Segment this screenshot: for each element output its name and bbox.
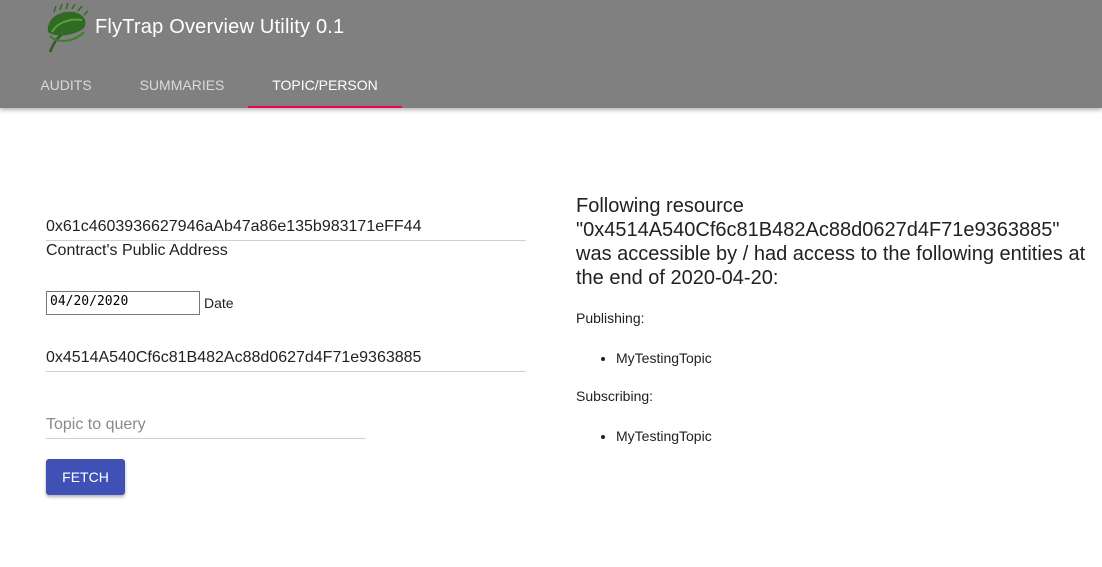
tab-summaries[interactable]: SUMMARIES <box>116 62 248 108</box>
tab-audits[interactable]: AUDITS <box>16 62 116 108</box>
list-item: MyTestingTopic <box>616 350 712 366</box>
contract-address-helper: Contract's Public Address <box>46 242 228 259</box>
contract-address-underline <box>46 240 526 241</box>
topic-placeholder: Topic to query <box>46 416 146 433</box>
contract-address-input[interactable]: 0x61c4603936627946aAb47a86e135b983171eFF… <box>46 217 421 237</box>
person-address-underline <box>46 371 526 372</box>
publishing-list: MyTestingTopic <box>600 350 712 366</box>
topic-underline <box>46 438 366 439</box>
app-title: FlyTrap Overview Utility 0.1 <box>95 16 345 38</box>
person-address-input[interactable]: 0x4514A540Cf6c81B482Ac88d0627d4F71e93638… <box>46 348 421 368</box>
person-address-value: 0x4514A540Cf6c81B482Ac88d0627d4F71e93638… <box>46 349 422 366</box>
topic-input[interactable]: Topic to query <box>46 415 146 435</box>
date-label: Date <box>204 295 234 311</box>
list-item: MyTestingTopic <box>616 428 712 444</box>
publishing-label: Publishing: <box>576 310 645 326</box>
active-tab-indicator <box>248 106 402 108</box>
result-panel: Following resource "0x4514A540Cf6c81B482… <box>576 194 1096 290</box>
contract-address-value: 0x61c4603936627946aAb47a86e135b983171eFF… <box>46 218 422 235</box>
tab-topic-person[interactable]: TOPIC/PERSON <box>248 62 402 108</box>
venus-flytrap-icon <box>47 2 89 53</box>
subscribing-list: MyTestingTopic <box>600 428 712 444</box>
app-bar: FlyTrap Overview Utility 0.1 AUDITS SUMM… <box>0 0 1102 108</box>
subscribing-label: Subscribing: <box>576 388 654 404</box>
date-input[interactable]: 04/20/2020 <box>46 291 200 315</box>
fetch-button[interactable]: FETCH <box>46 459 125 495</box>
result-heading: Following resource "0x4514A540Cf6c81B482… <box>576 195 1086 289</box>
